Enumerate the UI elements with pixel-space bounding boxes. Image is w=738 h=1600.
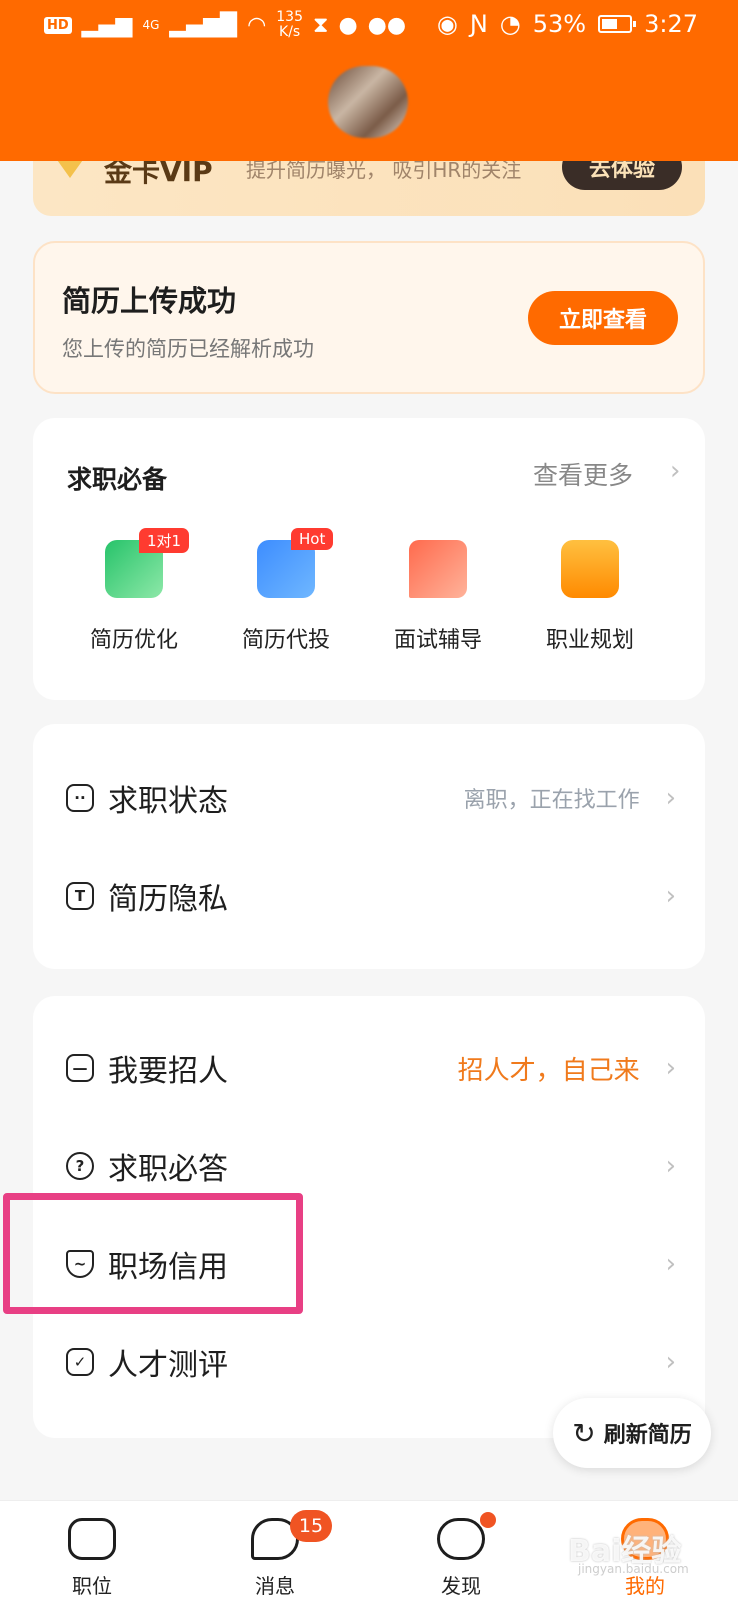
status-left: HD ▂▄▆ 4G ▂▄▆█ ◠ 135 K/s ⧗ ● ●● — [44, 10, 406, 40]
resume-privacy-row[interactable]: T 简历隐私 › — [66, 866, 676, 926]
row-value: 招人才，自己来 — [457, 1055, 640, 1086]
lock-icon: T — [66, 882, 94, 910]
nfc-icon: Ɲ — [469, 10, 488, 38]
signal-icon-2: ▂▄▆█ — [169, 12, 238, 38]
avatar[interactable] — [328, 66, 408, 138]
message-count-badge: 15 — [290, 1510, 332, 1542]
status-right: ◉ Ɲ ◔ 53% 3:27 — [437, 10, 698, 38]
chevron-right-icon: › — [665, 783, 676, 813]
briefcase-nav-icon — [68, 1518, 116, 1560]
row-label: 我要招人 — [108, 1054, 228, 1089]
nav-jobs[interactable]: 职位 — [37, 1518, 147, 1599]
network-type: 4G — [142, 18, 160, 32]
view-now-button[interactable]: 立即查看 — [528, 291, 678, 345]
highlight-box — [3, 1193, 303, 1314]
hd-badge: HD — [44, 16, 72, 34]
planet-icon — [437, 1518, 485, 1560]
chevron-right-icon: › — [665, 1347, 676, 1377]
job-status-row[interactable]: ·· 求职状态 离职，正在找工作 › — [66, 768, 676, 828]
signal-icon: ▂▄▆ — [81, 12, 133, 38]
status-face-icon: ·· — [66, 784, 94, 812]
resume-edit-icon: 1对1 — [105, 528, 190, 598]
tool-resume-delivery[interactable]: Hot 简历代投 — [226, 528, 346, 654]
status-bar: HD ▂▄▆ 4G ▂▄▆█ ◠ 135 K/s ⧗ ● ●● ◉ Ɲ ◔ 53… — [0, 0, 738, 52]
nav-label: 发现 — [441, 1574, 481, 1598]
row-label: 简历隐私 — [108, 882, 228, 917]
tool-interview-coaching[interactable]: 面试辅导 — [378, 540, 498, 654]
chevron-right-icon: › — [665, 1053, 676, 1083]
speed-icon: ◔ — [499, 10, 521, 38]
upload-title: 简历上传成功 — [62, 284, 237, 318]
upload-description: 您上传的简历已经解析成功 — [62, 337, 314, 361]
nav-label: 消息 — [255, 1574, 295, 1598]
row-label: 求职必答 — [108, 1152, 228, 1187]
net-speed-value: 135 — [276, 9, 303, 25]
tool-label: 简历代投 — [241, 628, 330, 653]
hourglass-icon: ⧗ — [313, 12, 329, 38]
wifi-icon: ◠ — [247, 12, 267, 38]
clipboard-check-icon: ✓ — [66, 1348, 94, 1376]
tool-resume-optimize[interactable]: 1对1 简历优化 — [74, 528, 194, 654]
nav-label: 职位 — [72, 1574, 112, 1598]
wechat-icon: ●● — [367, 12, 407, 38]
battery-icon — [598, 15, 637, 33]
chevron-right-icon: › — [665, 881, 676, 911]
mail-star-icon: Hot — [257, 528, 334, 598]
essentials-title: 求职必备 — [67, 465, 168, 494]
talent-assessment-row[interactable]: ✓ 人才测评 › — [66, 1332, 676, 1392]
chevron-right-icon: › — [665, 1249, 676, 1279]
notification-dot — [480, 1512, 496, 1528]
refresh-label: 刷新简历 — [603, 1423, 692, 1448]
battery-percent: 53% — [532, 10, 587, 38]
see-more-link[interactable]: 查看更多 — [533, 456, 633, 492]
nav-discover[interactable]: 发现 — [406, 1518, 516, 1599]
eye-icon: ◉ — [436, 10, 458, 38]
tag-badge: 1对1 — [139, 528, 190, 553]
clock: 3:27 — [644, 10, 698, 38]
tool-career-planning[interactable]: 职业规划 — [530, 540, 650, 654]
hot-badge: Hot — [291, 528, 334, 550]
net-speed: 135 K/s — [276, 10, 303, 40]
chat-icon: ● — [338, 12, 358, 38]
briefcase-icon — [561, 540, 619, 598]
row-label: 求职状态 — [108, 784, 228, 819]
question-icon: ? — [66, 1152, 94, 1180]
recruit-row[interactable]: — 我要招人 招人才，自己来 › — [66, 1038, 676, 1098]
chat-bubble-icon — [409, 540, 467, 598]
row-label: 人才测评 — [108, 1348, 228, 1383]
job-settings-card — [33, 724, 705, 969]
refresh-resume-button[interactable]: ↻ 刷新简历 — [553, 1398, 711, 1468]
row-value: 离职，正在找工作 — [463, 788, 640, 813]
chevron-right-icon[interactable]: › — [670, 456, 680, 486]
net-speed-unit: K/s — [279, 24, 301, 40]
tool-label: 简历优化 — [89, 628, 178, 653]
profile-header: HD ▂▄▆ 4G ▂▄▆█ ◠ 135 K/s ⧗ ● ●● ◉ Ɲ ◔ 53… — [0, 0, 738, 161]
tool-label: 面试辅导 — [393, 628, 482, 653]
refresh-icon: ↻ — [572, 1416, 596, 1450]
job-qa-row[interactable]: ? 求职必答 › — [66, 1136, 676, 1196]
tool-label: 职业规划 — [545, 628, 634, 653]
briefcase-outline-icon: — — [66, 1054, 94, 1082]
chevron-right-icon: › — [665, 1151, 676, 1181]
watermark-url: jingyan.baidu.com — [578, 1562, 689, 1576]
